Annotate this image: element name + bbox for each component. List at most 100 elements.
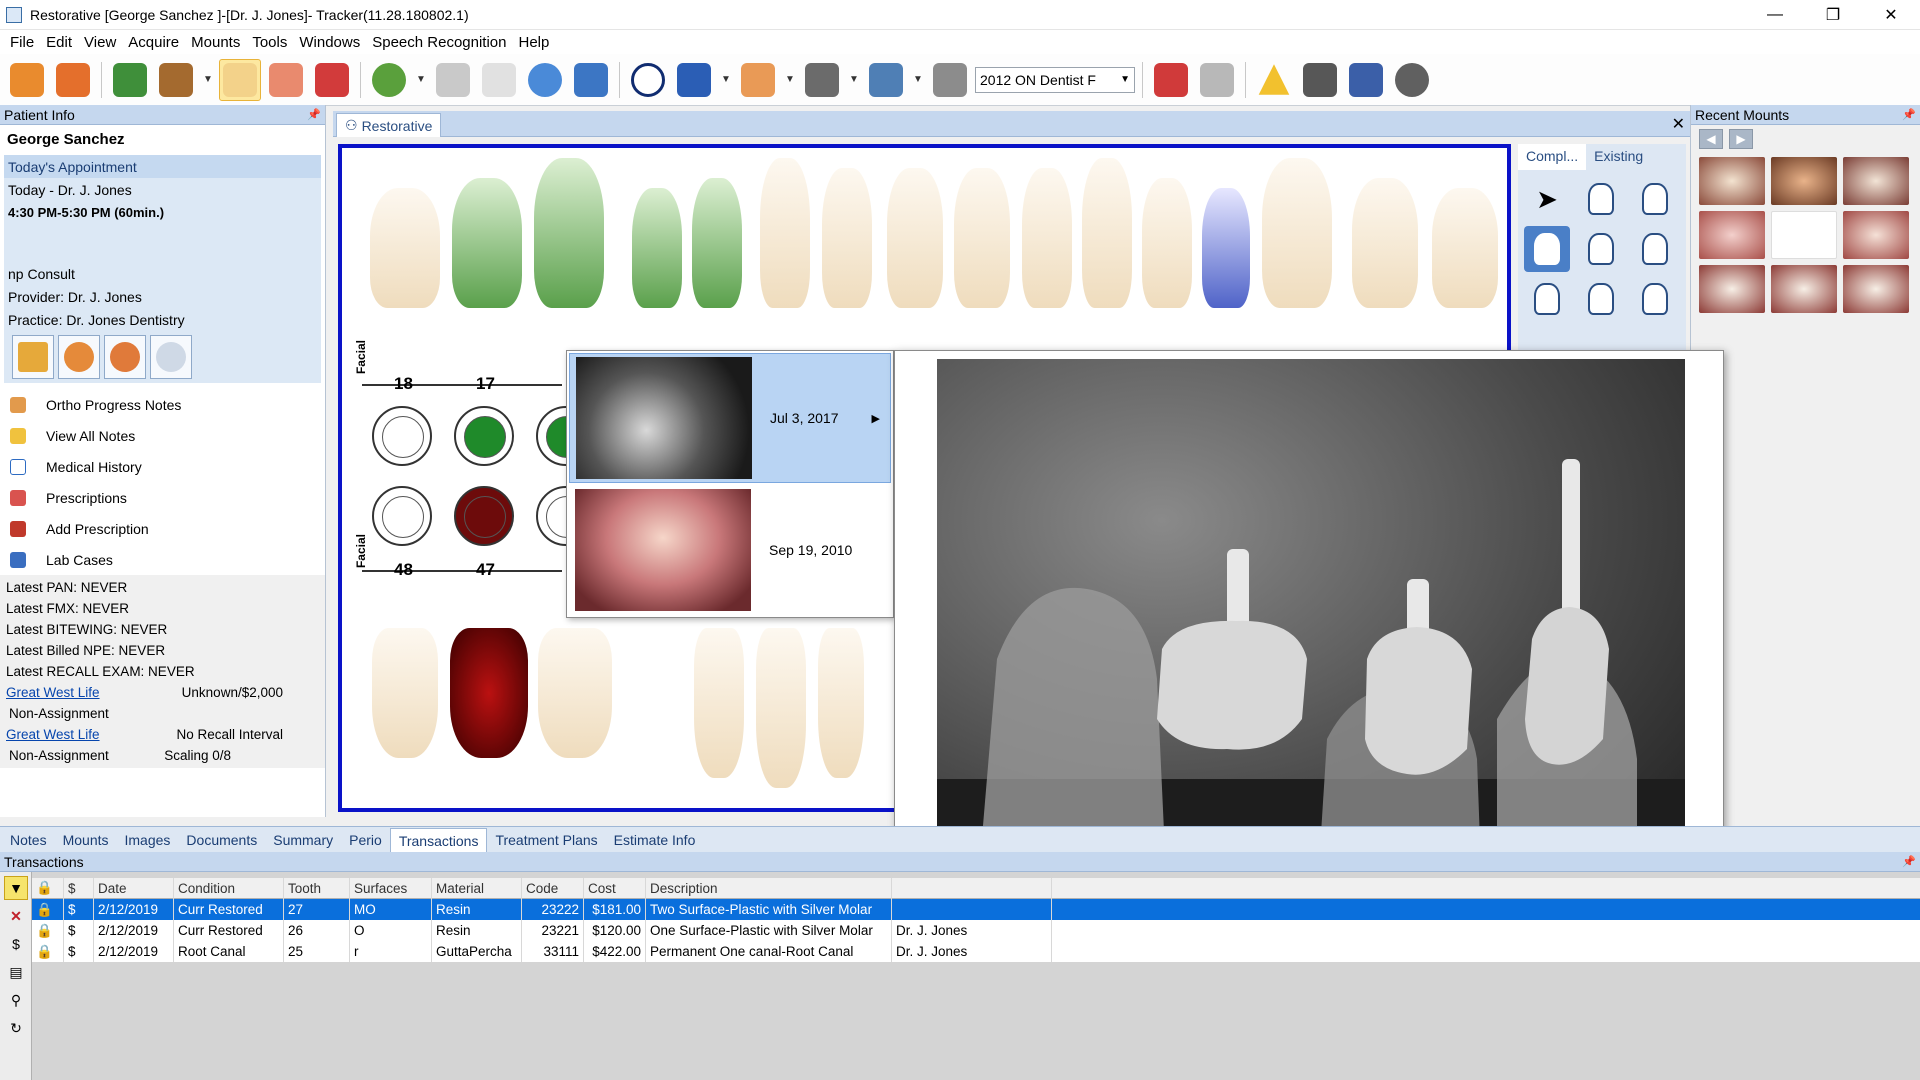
mount-thumbnail[interactable] bbox=[1699, 211, 1765, 259]
xray-sensor-button[interactable] bbox=[865, 59, 907, 101]
back-arrow-icon[interactable]: ◀ bbox=[1699, 129, 1723, 149]
maximize-button[interactable]: ❐ bbox=[1804, 0, 1862, 30]
menu-view[interactable]: View bbox=[78, 34, 122, 51]
menu-mounts[interactable]: Mounts bbox=[185, 34, 246, 51]
insurance-link[interactable]: Great West Life bbox=[6, 685, 100, 700]
patient-folder-button[interactable] bbox=[12, 335, 54, 379]
provider-select[interactable]: 2012 ON Dentist F ▼ bbox=[975, 66, 1135, 93]
occlusal-circle-47[interactable] bbox=[454, 486, 514, 546]
scan-button[interactable] bbox=[1150, 59, 1192, 101]
pin-icon[interactable]: 📌 bbox=[307, 108, 321, 121]
mount-thumbnail[interactable] bbox=[1843, 211, 1909, 259]
camera-dropdown-arrow[interactable]: ▼ bbox=[847, 74, 861, 85]
tooth-48-lower[interactable] bbox=[372, 628, 438, 758]
lab-cases-link[interactable]: Lab Cases bbox=[0, 544, 325, 575]
tab-documents[interactable]: Documents bbox=[178, 828, 265, 852]
tab-treatment-plans[interactable]: Treatment Plans bbox=[487, 828, 605, 852]
extraction-tool[interactable] bbox=[1632, 276, 1678, 322]
menu-tools[interactable]: Tools bbox=[246, 34, 293, 51]
mount-thumbnail[interactable] bbox=[1843, 157, 1909, 205]
table-row[interactable]: 🔒 $ 2/12/2019 Curr Restored 26 O Resin 2… bbox=[32, 920, 1920, 941]
tooth-21-upper[interactable] bbox=[954, 168, 1010, 308]
tooth-14-upper[interactable] bbox=[692, 178, 742, 308]
tab-estimate-info[interactable]: Estimate Info bbox=[606, 828, 704, 852]
column-description[interactable]: Description bbox=[646, 877, 892, 899]
restorative-button[interactable] bbox=[219, 58, 261, 101]
occlusal-circle-48[interactable] bbox=[372, 486, 432, 546]
tooth-11-upper[interactable] bbox=[887, 168, 943, 308]
refresh-button[interactable] bbox=[368, 59, 410, 101]
insurance-link[interactable]: Great West Life bbox=[6, 727, 100, 742]
medical-history-link[interactable]: Medical History bbox=[0, 451, 325, 482]
column-condition[interactable]: Condition bbox=[174, 877, 284, 899]
tooth-13-upper[interactable] bbox=[760, 158, 810, 308]
mount-thumbnail[interactable] bbox=[1771, 211, 1837, 259]
tooth-43-lower[interactable] bbox=[756, 628, 806, 788]
veneer-tool[interactable] bbox=[1632, 176, 1678, 222]
document-icon[interactable]: ▤ bbox=[4, 960, 28, 984]
tab-existing[interactable]: Existing bbox=[1586, 144, 1651, 170]
tab-notes[interactable]: Notes bbox=[2, 828, 55, 852]
inlay-tool[interactable] bbox=[1632, 226, 1678, 272]
forward-arrow-icon[interactable]: ▶ bbox=[1729, 129, 1753, 149]
menu-file[interactable]: File bbox=[4, 34, 40, 51]
mount-thumbnail[interactable] bbox=[1843, 265, 1909, 313]
mount-thumbnail[interactable] bbox=[1771, 265, 1837, 313]
tooth-24-upper[interactable] bbox=[1142, 178, 1192, 308]
tab-complete[interactable]: Compl... bbox=[1518, 144, 1587, 170]
appointments-button[interactable] bbox=[150, 335, 192, 379]
tooth-28-upper[interactable] bbox=[1432, 188, 1498, 308]
occlusal-circle-17[interactable] bbox=[454, 406, 514, 466]
table-row[interactable]: 🔒 $ 2/12/2019 Curr Restored 27 MO Resin … bbox=[32, 899, 1920, 920]
close-button[interactable]: ✕ bbox=[1862, 0, 1920, 30]
tooth-42-lower[interactable] bbox=[818, 628, 864, 778]
column-date[interactable]: Date bbox=[94, 877, 174, 899]
perio-button[interactable] bbox=[265, 59, 307, 101]
tooth-17-upper[interactable] bbox=[452, 178, 522, 308]
ledger-dropdown-arrow[interactable]: ▼ bbox=[201, 74, 215, 85]
xray-dropdown-arrow[interactable]: ▼ bbox=[911, 74, 925, 85]
delete-icon[interactable]: ✕ bbox=[4, 904, 28, 928]
tooth-47-lower[interactable] bbox=[450, 628, 528, 758]
tooth-15-upper[interactable] bbox=[632, 188, 682, 308]
tooth-27-upper[interactable] bbox=[1352, 178, 1418, 308]
minimize-button[interactable]: — bbox=[1746, 0, 1804, 30]
mount-thumbnail[interactable] bbox=[1699, 265, 1765, 313]
close-document-button[interactable]: ✕ bbox=[1672, 114, 1685, 134]
family-members-button[interactable] bbox=[58, 335, 100, 379]
appointment-title[interactable]: Today's Appointment bbox=[4, 155, 321, 178]
pin-icon[interactable]: 📌 bbox=[1902, 108, 1916, 121]
menu-windows[interactable]: Windows bbox=[293, 34, 366, 51]
post-tool[interactable] bbox=[1578, 226, 1624, 272]
intraoral-camera-button[interactable] bbox=[1299, 59, 1341, 101]
tooth-46-lower[interactable] bbox=[538, 628, 612, 758]
onlay-tool[interactable] bbox=[1524, 226, 1570, 272]
implant-button[interactable] bbox=[737, 59, 779, 101]
person-button[interactable] bbox=[524, 59, 566, 101]
column-surfaces[interactable]: Surfaces bbox=[350, 877, 432, 899]
mount-thumbnail[interactable] bbox=[1771, 157, 1837, 205]
bridge-tool[interactable] bbox=[1578, 276, 1624, 322]
circle-tool-button[interactable] bbox=[627, 59, 669, 101]
tooth-search-button[interactable] bbox=[478, 59, 520, 101]
image-history-item[interactable]: Sep 19, 2010 bbox=[569, 485, 891, 615]
add-prescription-link[interactable]: Add Prescription bbox=[0, 513, 325, 544]
tooth-12-upper[interactable] bbox=[822, 168, 872, 308]
menu-edit[interactable]: Edit bbox=[40, 34, 78, 51]
cloud-upload-button[interactable] bbox=[1196, 59, 1238, 101]
mount-thumbnail[interactable] bbox=[1699, 157, 1765, 205]
implant-tool[interactable] bbox=[1524, 276, 1570, 322]
tooth-22-upper[interactable] bbox=[1022, 168, 1072, 308]
tooth-44-lower[interactable] bbox=[694, 628, 744, 778]
column-provider[interactable] bbox=[892, 877, 1052, 899]
filter-icon[interactable]: ▼ bbox=[4, 876, 28, 900]
pointer-tool[interactable]: ➤ bbox=[1524, 176, 1570, 222]
teeth-button[interactable] bbox=[432, 59, 474, 101]
tooth-26-upper[interactable] bbox=[1262, 158, 1332, 308]
column-cost[interactable]: Cost bbox=[584, 877, 646, 899]
tooth-23-upper[interactable] bbox=[1082, 158, 1132, 308]
patients-button[interactable] bbox=[6, 59, 48, 101]
tab-mounts[interactable]: Mounts bbox=[55, 828, 117, 852]
implant-dropdown-arrow[interactable]: ▼ bbox=[783, 74, 797, 85]
word-dropdown-arrow[interactable]: ▼ bbox=[719, 74, 733, 85]
